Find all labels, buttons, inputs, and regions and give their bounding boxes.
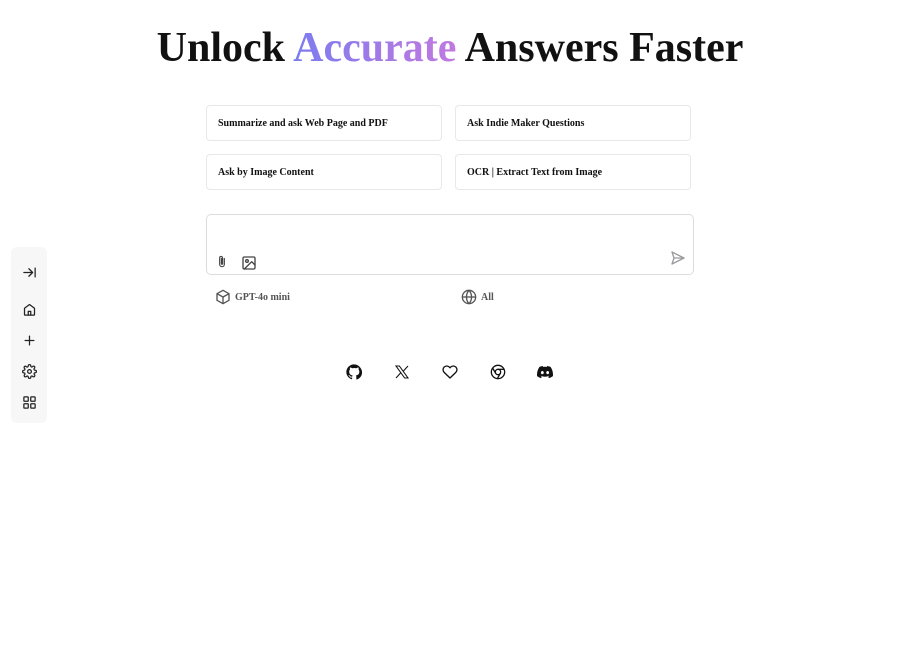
suggestion-label: Ask by Image Content [218,166,314,178]
chat-input-box [206,214,694,275]
github-link[interactable] [345,363,363,381]
send-icon [671,251,685,265]
model-selector-label: GPT-4o mini [235,291,290,303]
github-icon [346,364,362,380]
new-chat-button[interactable] [19,330,39,350]
x-twitter-link[interactable] [393,363,411,381]
suggestion-indie-maker[interactable]: Ask Indie Maker Questions [455,105,691,141]
apps-grid-icon [22,395,36,409]
plus-icon [24,335,34,345]
home-button[interactable] [19,299,39,319]
suggestion-image-content[interactable]: Ask by Image Content [206,154,442,190]
chat-input[interactable] [215,221,689,251]
suggestion-label: Ask Indie Maker Questions [467,117,585,129]
send-button[interactable] [670,250,686,266]
gear-icon [21,363,37,379]
source-selector[interactable]: All [461,289,494,305]
chrome-icon [490,364,506,380]
home-icon [23,303,35,316]
discord-link[interactable] [536,363,554,381]
page-title: Unlock Accurate Answers Faster [0,24,900,72]
suggestion-label: OCR | Extract Text from Image [467,166,603,178]
suggestion-label: Summarize and ask Web Page and PDF [218,117,388,129]
attach-button[interactable] [215,255,229,269]
sponsor-link[interactable] [441,363,459,381]
globe-icon [461,289,477,305]
chrome-extension-link[interactable] [489,363,507,381]
cube-icon [216,289,230,305]
apps-button[interactable] [19,392,39,412]
expand-sidebar-button[interactable] [19,262,39,282]
title-prefix: Unlock [156,25,294,71]
page: Unlock Accurate Answers Faster Summarize… [0,0,900,669]
paperclip-icon [219,255,225,268]
settings-button[interactable] [19,361,39,381]
title-suffix: Answers Faster [456,25,744,71]
upload-image-button[interactable] [241,255,257,271]
image-icon [242,256,256,270]
source-selector-label: All [481,291,494,303]
title-accent: Accurate [293,25,457,71]
discord-icon [537,366,553,379]
x-twitter-icon [394,365,410,379]
heart-icon [442,365,458,379]
suggestion-summarize[interactable]: Summarize and ask Web Page and PDF [206,105,442,141]
suggestion-ocr[interactable]: OCR | Extract Text from Image [455,154,691,190]
expand-sidebar-icon [22,267,36,277]
side-rail [11,247,47,423]
model-selector[interactable]: GPT-4o mini [215,289,290,305]
